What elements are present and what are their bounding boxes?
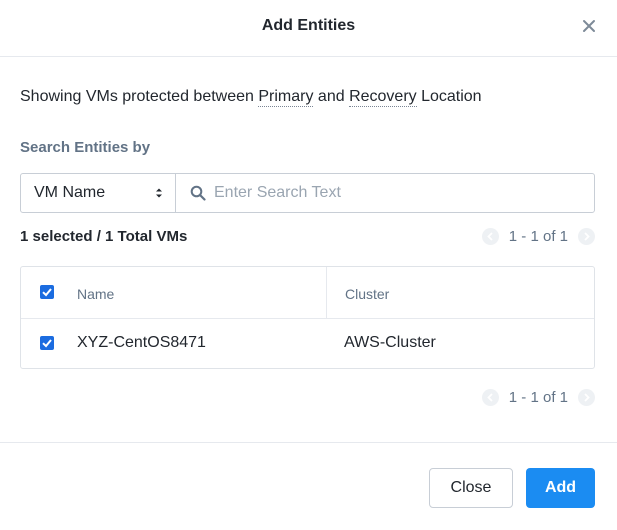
close-icon[interactable] [581,18,597,34]
search-field-select-value: VM Name [34,184,106,201]
selection-count: 1 selected / 1 Total VMs [20,228,188,245]
table-header: Name Cluster [21,267,594,319]
prev-page-button[interactable] [481,388,499,406]
pagination-bottom-text: 1 - 1 of 1 [508,388,568,406]
dialog-header: Add Entities [0,0,617,57]
search-label: Search Entities by [20,139,151,156]
footer-divider [0,442,617,443]
pagination-bottom: 1 - 1 of 1 [481,387,595,407]
description-prefix: Showing VMs protected between [20,88,259,105]
description-and: and [313,88,350,105]
checkmark-icon [42,339,52,348]
chevron-left-icon [487,231,493,241]
column-header-cluster[interactable]: Cluster [345,286,389,302]
checkmark-icon [42,288,52,297]
recovery-location-label: Recovery [349,88,417,107]
next-page-button[interactable] [578,388,595,406]
close-button[interactable]: Close [429,468,513,508]
next-page-button[interactable] [578,227,595,245]
dialog-title: Add Entities [261,17,356,34]
select-all-checkbox[interactable] [40,285,54,299]
add-button[interactable]: Add [526,468,595,508]
search-field [176,174,594,212]
row-checkbox[interactable] [40,336,54,350]
search-icon [190,185,206,201]
chevron-left-icon [487,392,493,402]
pagination-top-text: 1 - 1 of 1 [508,227,568,245]
vm-name-cell: XYZ-CentOS8471 [77,334,206,351]
description-text: Showing VMs protected between Primary an… [20,88,482,107]
search-bar: VM Name [20,173,595,213]
search-field-select[interactable]: VM Name [21,174,176,212]
column-divider [326,267,327,319]
description-suffix: Location [416,88,482,105]
cluster-cell: AWS-Cluster [344,334,436,351]
entities-table: Name Cluster XYZ-CentOS8471 AWS-Cluster [20,266,595,369]
prev-page-button[interactable] [481,227,499,245]
chevron-right-icon [584,392,590,402]
chevron-right-icon [584,231,590,241]
search-input[interactable] [214,174,584,212]
primary-location-label: Primary [258,88,314,107]
column-header-name[interactable]: Name [77,286,114,302]
pagination-top: 1 - 1 of 1 [481,226,595,246]
select-arrows-icon [156,188,162,198]
